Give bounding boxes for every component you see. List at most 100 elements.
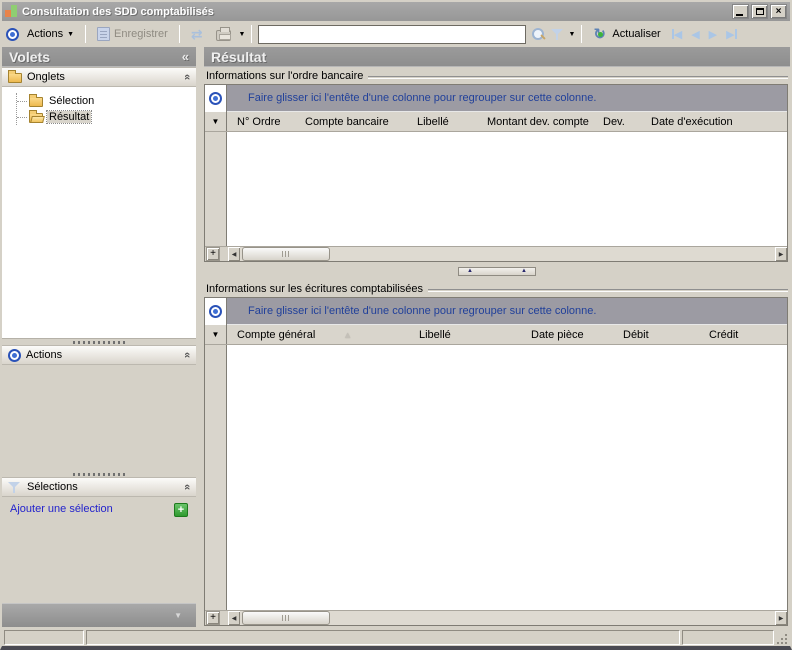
search-input[interactable] (258, 24, 527, 44)
column-header[interactable]: Date pièce (521, 325, 613, 344)
nav-first-button[interactable]: ◀ (669, 27, 685, 42)
nav-previous-button[interactable]: ◀ (688, 27, 702, 42)
orders-header-row: ▼ N° Ordre Compte bancaire Libellé Monta… (205, 112, 787, 132)
search-icon[interactable] (531, 27, 546, 42)
row-indicator-column[interactable]: ▼ (205, 325, 227, 344)
add-selection-link[interactable]: Ajouter une sélection (10, 503, 113, 515)
save-button[interactable]: Enregistrer (92, 25, 173, 43)
filter-icon[interactable] (551, 27, 565, 41)
save-icon (97, 27, 111, 41)
minimize-button[interactable] (732, 4, 749, 19)
print-button[interactable] (211, 25, 236, 43)
tree-item-resultat[interactable]: Résultat (17, 109, 196, 125)
add-row-button[interactable]: + (206, 247, 220, 261)
add-row-button[interactable]: + (206, 611, 220, 625)
status-section-right (682, 630, 774, 645)
add-selection-button[interactable]: + (174, 503, 188, 517)
indicator-arrow-icon: ▼ (211, 117, 220, 126)
entries-group-by-bar[interactable]: Faire glisser ici l'entête d'une colonne… (227, 298, 787, 325)
tabs-tree: Sélection Résultat (2, 87, 196, 339)
title-bar: Consultation des SDD comptabilisés × (2, 2, 790, 21)
chevron-down-icon: ▼ (67, 30, 75, 38)
column-header[interactable]: Dev. (593, 112, 641, 131)
sidebar-options-bar[interactable]: ▼ (2, 603, 196, 627)
orders-group-title: Informations sur l'ordre bancaire (206, 70, 364, 82)
maximize-icon (755, 8, 764, 15)
next-icon: ▶ (708, 28, 718, 41)
orders-grid-corner (205, 85, 227, 112)
folder-icon (8, 70, 22, 83)
sidebar-section-onglets[interactable]: Onglets « (2, 67, 196, 87)
orders-grid-footer: + ◀ ▶ (205, 246, 787, 261)
window-title: Consultation des SDD comptabilisés (22, 5, 214, 18)
scroll-right-button[interactable]: ▶ (775, 247, 787, 261)
save-label: Enregistrer (114, 28, 168, 40)
nav-last-button[interactable]: ▶ (723, 27, 739, 42)
tree-item-label: Sélection (49, 95, 95, 107)
sidebar: Volets « Onglets « Sélection Résultat Ac… (2, 47, 196, 627)
column-header[interactable]: Débit (613, 325, 699, 344)
entries-grid-footer: + ◀ ▶ (205, 610, 787, 625)
sidebar-section-selections[interactable]: Sélections « (2, 477, 196, 497)
column-header[interactable]: Libellé (407, 112, 477, 131)
toolbar-separator (251, 25, 253, 43)
sync-arrows-icon: ⇄ (190, 26, 203, 42)
scrollbar-track[interactable] (240, 247, 775, 261)
splitter-collapse-button[interactable]: ▲ ▲ (458, 266, 536, 276)
filter-dropdown-arrow[interactable]: ▼ (568, 31, 575, 38)
horizontal-scrollbar[interactable]: ◀ ▶ (228, 247, 787, 261)
close-icon: × (775, 5, 782, 17)
print-dropdown-arrow[interactable]: ▼ (239, 31, 246, 38)
column-header[interactable]: Libellé (409, 325, 521, 344)
column-header-label: Compte général (237, 328, 316, 341)
column-header[interactable]: Compte bancaire (295, 112, 407, 131)
entries-grid-body[interactable] (205, 345, 787, 610)
scrollbar-thumb[interactable] (242, 247, 330, 261)
column-header[interactable]: Date d'exécution (641, 112, 787, 131)
section-selections-label: Sélections (27, 481, 78, 493)
actions-menu-label: Actions (27, 28, 64, 40)
grids-splitter[interactable]: ▲ ▲ (204, 262, 790, 280)
toolbar-separator (581, 25, 583, 43)
refresh-button[interactable]: ↻ Actualiser (588, 25, 665, 44)
chevron-down-icon[interactable]: ▼ (174, 611, 182, 620)
sync-button[interactable]: ⇄ (186, 25, 208, 43)
group-by-hint: Faire glisser ici l'entête d'une colonne… (248, 92, 597, 104)
main-header: Résultat (204, 47, 790, 67)
scroll-left-button[interactable]: ◀ (228, 247, 240, 261)
last-icon: ▶ (726, 28, 735, 41)
orders-grid-body[interactable] (205, 132, 787, 246)
orders-group-by-bar[interactable]: Faire glisser ici l'entête d'une colonne… (227, 85, 787, 112)
row-indicator-column[interactable]: ▼ (205, 112, 227, 131)
entries-header-row: ▼ Compte général ▲ Libellé Date pièce Dé… (205, 325, 787, 345)
content-area: Volets « Onglets « Sélection Résultat Ac… (2, 47, 790, 628)
column-header[interactable]: Compte général ▲ (227, 325, 409, 344)
sidebar-section-actions[interactable]: Actions « (2, 345, 196, 365)
scroll-left-button[interactable]: ◀ (228, 611, 240, 625)
chevron-up-icon[interactable]: « (181, 484, 193, 490)
actions-section-body (2, 365, 196, 471)
chevron-up-icon[interactable]: « (181, 74, 193, 80)
column-header[interactable]: N° Ordre (227, 112, 295, 131)
nav-next-button[interactable]: ▶ (706, 27, 720, 42)
resize-grip[interactable] (776, 630, 788, 645)
chevron-up-icon[interactable]: « (181, 352, 193, 358)
column-header[interactable]: Crédit (699, 325, 787, 344)
maximize-button[interactable] (751, 4, 768, 19)
collapse-sidebar-icon[interactable]: « (182, 49, 189, 64)
close-button[interactable]: × (770, 4, 787, 19)
scroll-right-button[interactable]: ▶ (775, 611, 787, 625)
tree-item-selection[interactable]: Sélection (17, 93, 196, 109)
minimize-icon (736, 14, 743, 16)
column-header[interactable]: Montant dev. compte (477, 112, 593, 131)
horizontal-scrollbar[interactable]: ◀ ▶ (228, 611, 787, 625)
status-bar (2, 628, 790, 646)
app-icon (5, 5, 18, 18)
actions-menu-button[interactable]: Actions ▼ (22, 26, 79, 42)
scrollbar-thumb[interactable] (242, 611, 330, 625)
group-divider-line (368, 76, 788, 79)
first-icon: ◀ (673, 28, 683, 41)
toolbar-separator (85, 25, 87, 43)
previous-icon: ◀ (691, 28, 700, 41)
scrollbar-track[interactable] (240, 611, 775, 625)
